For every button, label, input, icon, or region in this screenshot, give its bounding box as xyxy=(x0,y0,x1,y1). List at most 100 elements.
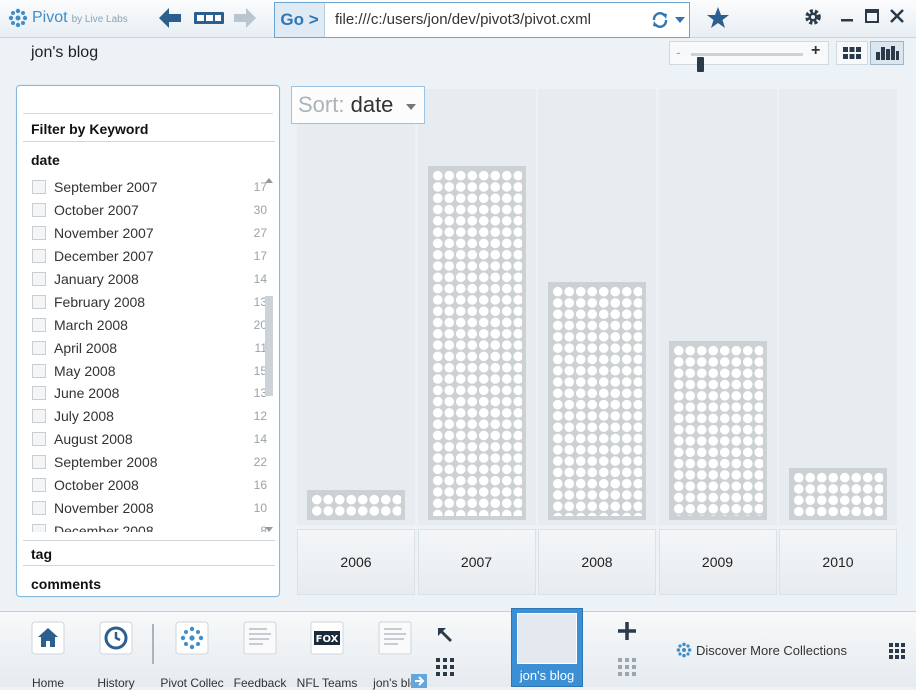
date-facet-item[interactable]: October 2008 16 xyxy=(27,474,267,497)
date-facet-item[interactable]: August 2008 14 xyxy=(27,428,267,451)
date-facet-item[interactable]: November 2008 10 xyxy=(27,496,267,519)
tile-jons-blog[interactable]: jon's blo xyxy=(365,621,427,690)
refresh-icon[interactable] xyxy=(651,11,669,29)
grid-menu-icon[interactable] xyxy=(434,656,456,678)
grid-menu-icon[interactable] xyxy=(616,656,638,678)
zoom-track[interactable] xyxy=(691,53,803,72)
date-facet-item[interactable]: September 2007 17 xyxy=(27,176,267,199)
minimize-icon[interactable] xyxy=(839,8,855,24)
facet-keyword-header[interactable]: Filter by Keyword xyxy=(23,116,275,142)
maximize-icon[interactable] xyxy=(864,8,880,24)
date-facet-item[interactable]: November 2007 27 xyxy=(27,222,267,245)
graph-column-label[interactable]: 2009 xyxy=(658,529,777,595)
zoom-out-button[interactable]: - xyxy=(676,44,681,60)
facet-comments-header[interactable]: comments xyxy=(23,571,275,597)
add-collection-button[interactable] xyxy=(614,620,640,680)
date-label: November 2007 xyxy=(54,225,154,242)
date-facet-item[interactable]: October 2007 30 xyxy=(27,199,267,222)
scroll-down-icon[interactable] xyxy=(265,527,273,532)
date-checkbox[interactable] xyxy=(32,203,46,218)
grid-view-button[interactable] xyxy=(836,41,868,65)
tile-home[interactable]: Home xyxy=(18,621,78,690)
scroll-thumb[interactable] xyxy=(265,296,273,396)
date-facet-item[interactable]: April 2008 11 xyxy=(27,336,267,359)
graph-column-2010[interactable] xyxy=(779,89,897,525)
date-checkbox[interactable] xyxy=(32,317,46,332)
graph-column-2006[interactable] xyxy=(297,89,415,525)
date-facet-list: September 2007 17 October 2007 30 November 2… xyxy=(27,176,267,532)
scroll-up-icon[interactable] xyxy=(265,178,273,183)
close-icon[interactable] xyxy=(889,8,905,24)
address-dropdown-icon[interactable] xyxy=(675,17,685,23)
back-up-arrow-icon[interactable] xyxy=(434,624,456,646)
forward-button[interactable] xyxy=(232,6,258,30)
zoom-thumb[interactable] xyxy=(696,57,704,72)
back-button[interactable] xyxy=(157,6,183,30)
date-facet-item[interactable]: February 2008 13 xyxy=(27,290,267,313)
graph-bar-2006[interactable] xyxy=(307,489,405,520)
date-facet-item[interactable]: September 2008 22 xyxy=(27,451,267,474)
sort-dropdown[interactable]: Sort: date xyxy=(291,86,425,124)
facet-tag-header[interactable]: tag xyxy=(23,540,275,566)
date-facet-item[interactable]: May 2008 15 xyxy=(27,359,267,382)
facet-date-header[interactable]: date xyxy=(23,147,275,173)
date-count: 8 xyxy=(260,523,267,532)
zoom-slider[interactable]: - + xyxy=(669,41,829,72)
favorite-star-icon[interactable] xyxy=(706,6,730,30)
bottom-nav-controls xyxy=(430,624,460,680)
graph-column-label[interactable]: 2006 xyxy=(297,529,415,595)
date-facet-item[interactable]: December 2008 8 xyxy=(27,519,267,532)
graph-column-label[interactable]: 2008 xyxy=(538,529,656,595)
date-list-scrollbar[interactable] xyxy=(265,176,273,532)
date-count: 17 xyxy=(253,249,267,264)
date-checkbox[interactable] xyxy=(32,409,46,424)
grid-menu-icon[interactable] xyxy=(888,642,906,660)
date-checkbox[interactable] xyxy=(32,432,46,447)
graph-column-label[interactable]: 2007 xyxy=(417,529,536,595)
date-checkbox[interactable] xyxy=(32,500,46,515)
graph-bar-2008[interactable] xyxy=(548,282,646,520)
discover-more-link[interactable]: Discover More Collections xyxy=(676,642,847,658)
svg-text:FOX: FOX xyxy=(316,634,339,645)
graph-bar-2009[interactable] xyxy=(668,341,767,520)
tile-nfl-teams[interactable]: FOX NFL Teams xyxy=(297,621,357,690)
date-facet-item[interactable]: January 2008 14 xyxy=(27,268,267,291)
date-label: October 2007 xyxy=(54,202,139,219)
collections-view-button[interactable] xyxy=(193,6,225,30)
pivot-logo-icon xyxy=(676,642,692,658)
graph-bar-2007[interactable] xyxy=(427,165,526,520)
url-field[interactable]: file:///c:/users/jon/dev/pivot3/pivot.cx… xyxy=(335,11,591,28)
tile-feedback[interactable]: Feedback xyxy=(230,621,290,690)
tile-pivot-collections[interactable]: Pivot Collec xyxy=(160,621,224,690)
chevron-down-icon xyxy=(406,104,416,110)
date-checkbox[interactable] xyxy=(32,226,46,241)
date-label: February 2008 xyxy=(54,293,146,310)
date-checkbox[interactable] xyxy=(32,478,46,493)
go-button[interactable]: Go > xyxy=(275,3,325,37)
graph-bar-2010[interactable] xyxy=(789,467,887,520)
date-count: 15 xyxy=(253,363,267,378)
date-checkbox[interactable] xyxy=(32,294,46,309)
date-checkbox[interactable] xyxy=(32,180,46,195)
filter-search-input[interactable] xyxy=(23,94,273,114)
gear-icon[interactable] xyxy=(803,7,823,27)
scroll-right-icon[interactable] xyxy=(411,674,427,688)
date-facet-item[interactable]: June 2008 13 xyxy=(27,382,267,405)
date-checkbox[interactable] xyxy=(32,272,46,286)
date-facet-item[interactable]: March 2008 20 xyxy=(27,313,267,336)
date-checkbox[interactable] xyxy=(32,340,46,355)
date-checkbox[interactable] xyxy=(32,455,46,470)
graph-view-button[interactable] xyxy=(870,41,904,65)
discover-label: Discover More Collections xyxy=(696,642,847,658)
date-checkbox[interactable] xyxy=(32,363,46,378)
tile-history[interactable]: History xyxy=(86,621,146,690)
date-checkbox[interactable] xyxy=(32,523,46,532)
date-checkbox[interactable] xyxy=(32,249,46,264)
active-collection-tile[interactable]: jon's blog xyxy=(511,608,583,687)
date-checkbox[interactable] xyxy=(32,386,46,401)
home-icon xyxy=(31,621,65,655)
graph-column-label[interactable]: 2010 xyxy=(779,529,897,595)
date-facet-item[interactable]: December 2007 17 xyxy=(27,245,267,268)
date-facet-item[interactable]: July 2008 12 xyxy=(27,405,267,428)
zoom-in-button[interactable]: + xyxy=(811,42,820,60)
